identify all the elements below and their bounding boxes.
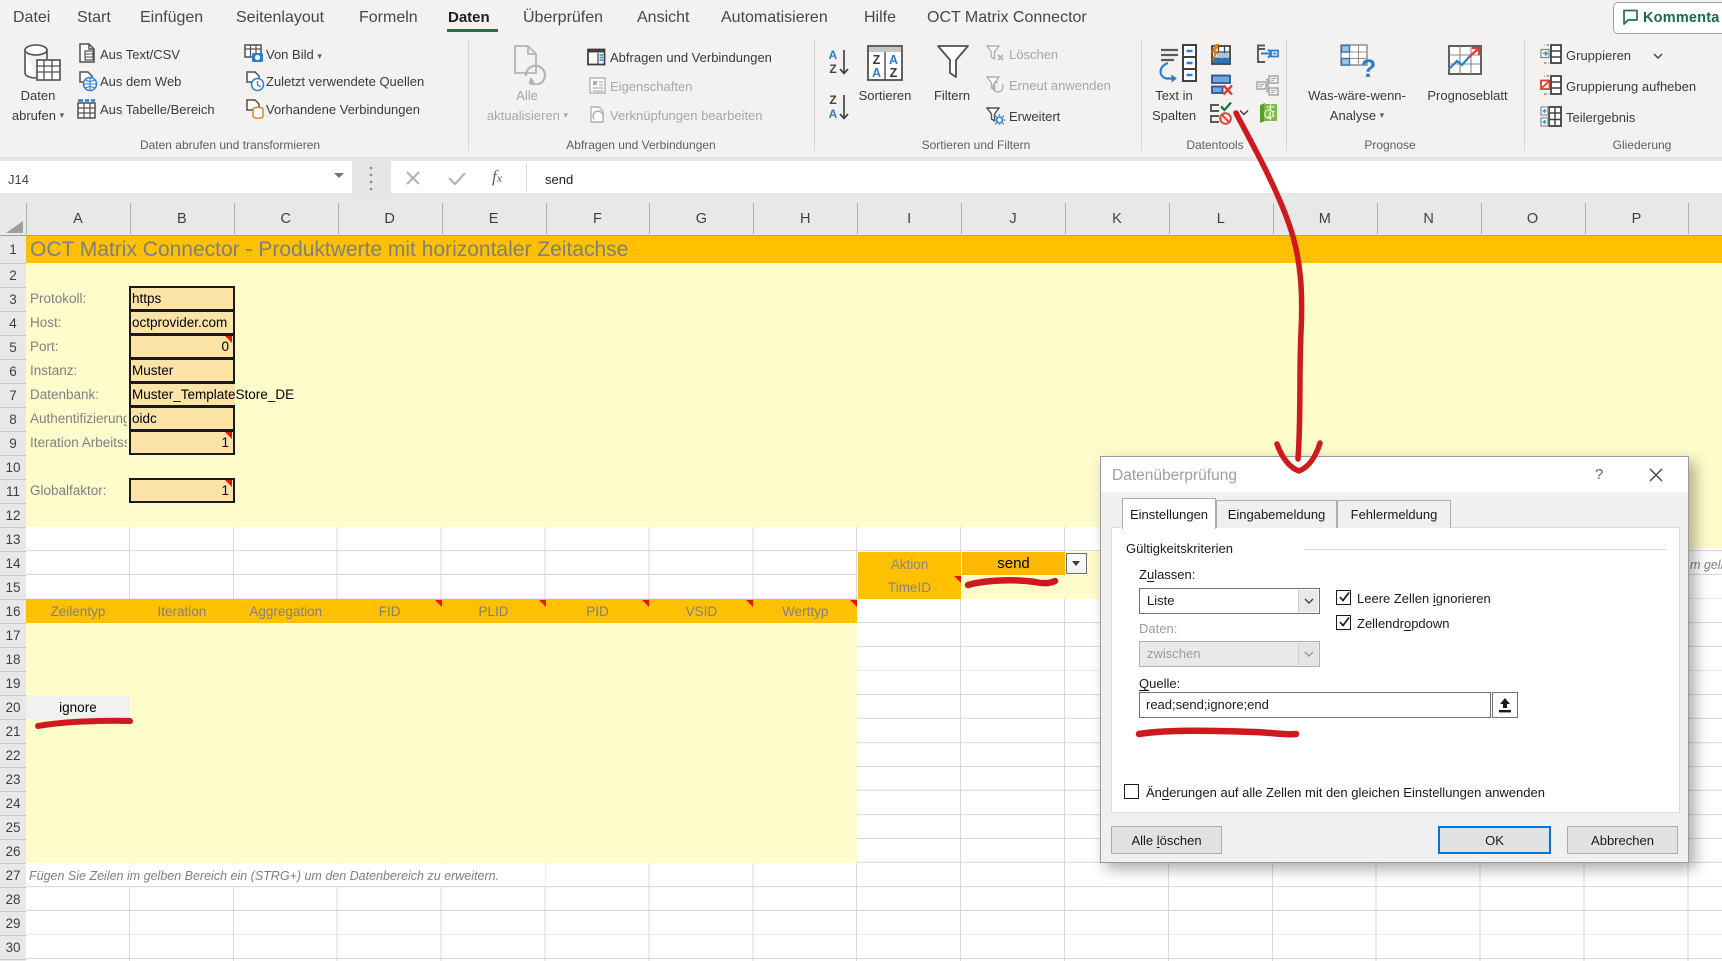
svg-text:A: A bbox=[889, 53, 898, 67]
svg-text:?: ? bbox=[1361, 55, 1376, 82]
svg-text:A: A bbox=[829, 48, 838, 62]
svg-text:Z: Z bbox=[890, 66, 898, 80]
svg-text:A: A bbox=[829, 107, 838, 121]
svg-text:Z: Z bbox=[829, 62, 836, 76]
svg-text:Z: Z bbox=[873, 53, 881, 67]
svg-text:A: A bbox=[872, 66, 881, 80]
svg-text:Z: Z bbox=[829, 93, 836, 107]
